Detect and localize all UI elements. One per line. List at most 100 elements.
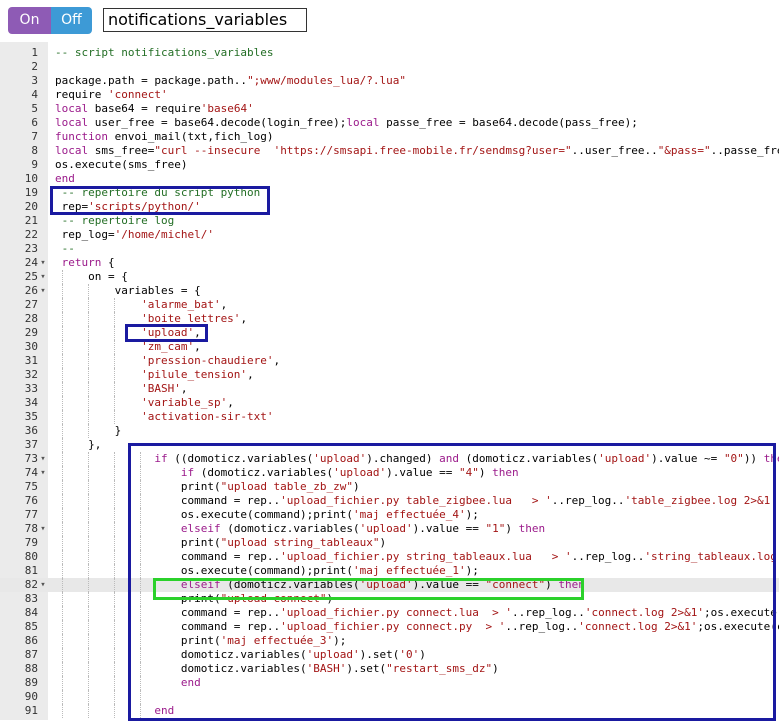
line-number: 6 <box>31 116 38 129</box>
code-line[interactable]: 1 -- script notifications_variables <box>0 46 779 60</box>
code-token: variables = { <box>55 284 201 297</box>
fold-toggle-icon[interactable]: ▾ <box>38 284 48 298</box>
fold-toggle-icon[interactable]: ▾ <box>38 256 48 270</box>
code-token: sms_free= <box>88 144 155 157</box>
code-line[interactable]: 81 os.execute(command);print('maj effect… <box>0 564 779 578</box>
code-line[interactable]: 30 'zm_cam', <box>0 340 779 354</box>
code-line[interactable]: 82 ▾ elseif (domoticz.variables('upload')… <box>0 578 779 592</box>
code-token: passe_free = base64.decode(pass_free); <box>379 116 638 129</box>
code-line[interactable]: 35 'activation-sir-txt' <box>0 410 779 424</box>
fold-toggle-icon[interactable]: ▾ <box>38 466 48 480</box>
code-line[interactable]: 20 rep='scripts/python/' <box>0 200 779 214</box>
code-line[interactable]: 27 'alarme_bat', <box>0 298 779 312</box>
code-line[interactable]: 86 print('maj effectuée_3'); <box>0 634 779 648</box>
code-line[interactable]: 24 ▾ return { <box>0 256 779 270</box>
code-token: print( <box>55 480 221 493</box>
code-line[interactable]: 33 'BASH', <box>0 382 779 396</box>
code-line[interactable]: 29 'upload', <box>0 326 779 340</box>
code-token: , <box>194 340 201 353</box>
off-toggle-button[interactable]: Off <box>51 7 92 34</box>
fold-toggle-icon[interactable]: ▾ <box>38 270 48 284</box>
code-token: envoi_mail(txt,fich_log) <box>107 130 274 143</box>
code-text: end <box>55 704 174 718</box>
code-line[interactable]: 25 ▾ on = { <box>0 270 779 284</box>
code-line[interactable]: 32 'pilule_tension', <box>0 368 779 382</box>
code-line[interactable]: 9 os.execute(sms_free) <box>0 158 779 172</box>
code-token: command = rep.. <box>55 494 281 507</box>
code-token: ..rep_log.. <box>551 494 625 507</box>
line-number: 21 <box>24 214 38 227</box>
code-line[interactable]: 34 'variable_sp', <box>0 396 779 410</box>
code-line[interactable]: 77 os.execute(command);print('maj effect… <box>0 508 779 522</box>
code-token: ..passe_free.. <box>710 144 779 157</box>
code-line[interactable]: 26 ▾ variables = { <box>0 284 779 298</box>
code-line[interactable]: 10 end <box>0 172 779 186</box>
code-line[interactable]: 84 command = rep..'upload_fichier.py con… <box>0 606 779 620</box>
code-token: ..rep_log.. <box>505 620 579 633</box>
code-token: ).set( <box>346 662 387 675</box>
code-token: (domoticz.variables( <box>194 466 334 479</box>
code-token: 'upload' <box>359 522 413 535</box>
code-token: require <box>55 88 108 101</box>
code-line[interactable]: 36 } <box>0 424 779 438</box>
code-text: os.execute(command);print('maj effectuée… <box>55 508 479 522</box>
code-line[interactable]: 22 rep_log='/home/michel/' <box>0 228 779 242</box>
code-line[interactable]: 75 print("upload table_zb_zw") <box>0 480 779 494</box>
code-token: local <box>346 116 380 129</box>
code-line[interactable]: 79 print("upload string_tableaux") <box>0 536 779 550</box>
fold-toggle-icon[interactable]: ▾ <box>38 522 48 536</box>
code-line[interactable]: 88 domoticz.variables('BASH').set("resta… <box>0 662 779 676</box>
line-number: 90 <box>24 690 38 703</box>
code-line[interactable]: 5 local base64 = require'base64' <box>0 102 779 116</box>
code-editor[interactable]: 1 -- script notifications_variables 2 3 pack… <box>0 42 779 721</box>
code-text: 'pression-chaudiere', <box>55 354 280 368</box>
script-name-input[interactable] <box>103 8 307 32</box>
code-line[interactable]: 19 -- repertoire du script python <box>0 186 779 200</box>
code-line[interactable]: 3 package.path = package.path..";www/modu… <box>0 74 779 88</box>
code-line[interactable]: 37 }, <box>0 438 779 452</box>
code-line[interactable]: 2 <box>0 60 779 74</box>
code-token: 'maj effectuée_4' <box>353 508 466 521</box>
code-line[interactable]: 4 require 'connect' <box>0 88 779 102</box>
code-line[interactable]: 87 domoticz.variables('upload').set('0') <box>0 648 779 662</box>
indent-guide <box>114 690 116 704</box>
code-text: return { <box>55 256 115 270</box>
code-line[interactable]: 91 end <box>0 704 779 718</box>
code-token: , <box>220 298 228 311</box>
code-line[interactable]: 83 print("upload connect") <box>0 592 779 606</box>
code-token: (domoticz.variables( <box>459 452 599 465</box>
code-line[interactable]: 6 local user_free = base64.decode(login_f… <box>0 116 779 130</box>
code-line[interactable]: 80 command = rep..'upload_fichier.py str… <box>0 550 779 564</box>
code-line[interactable]: 23 -- <box>0 242 779 256</box>
code-line[interactable]: 85 command = rep..'upload_fichier.py con… <box>0 620 779 634</box>
code-line[interactable]: 73 ▾ if ((domoticz.variables('upload').ch… <box>0 452 779 466</box>
code-line[interactable]: 90 <box>0 690 779 704</box>
line-number: 88 <box>24 662 38 675</box>
code-line[interactable]: 8 local sms_free="curl --insecure 'https:… <box>0 144 779 158</box>
code-line[interactable]: 28 'boite_lettres', <box>0 312 779 326</box>
code-text: -- script notifications_variables <box>55 46 274 60</box>
code-token: 'upload_fichier.py connect.lua > ' <box>280 606 512 619</box>
code-token: ); <box>333 634 347 647</box>
code-text: variables = { <box>55 284 201 298</box>
code-token: ..rep_log.. <box>571 550 645 563</box>
code-token: -- repertoire log <box>55 214 175 227</box>
code-line[interactable]: 21 -- repertoire log <box>0 214 779 228</box>
fold-toggle-icon[interactable]: ▾ <box>38 452 48 466</box>
code-token: "4" <box>459 466 479 479</box>
code-token: ) <box>478 466 493 479</box>
code-text: print('maj effectuée_3'); <box>55 634 347 648</box>
code-line[interactable]: 89 end <box>0 676 779 690</box>
code-line[interactable]: 78 ▾ elseif (domoticz.variables('upload')… <box>0 522 779 536</box>
code-token: }, <box>55 438 102 451</box>
code-line[interactable]: 31 'pression-chaudiere', <box>0 354 779 368</box>
fold-toggle-icon[interactable]: ▾ <box>38 578 48 592</box>
code-line[interactable]: 74 ▾ if (domoticz.variables('upload').val… <box>0 466 779 480</box>
on-toggle-button[interactable]: On <box>8 7 51 34</box>
code-line[interactable]: 76 command = rep..'upload_fichier.py tab… <box>0 494 779 508</box>
code-line[interactable]: 7 function envoi_mail(txt,fich_log) <box>0 130 779 144</box>
code-token: 'string_tableaux.log 2>&1' <box>644 550 777 563</box>
line-number: 22 <box>24 228 38 241</box>
